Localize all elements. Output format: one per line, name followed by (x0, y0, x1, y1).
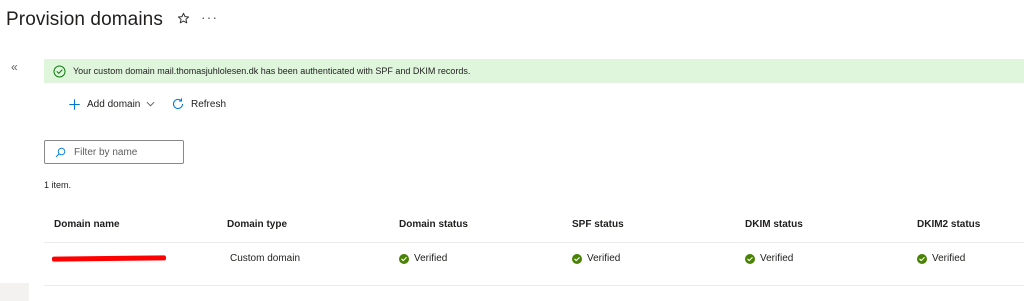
page-title: Provision domains (6, 9, 163, 30)
column-header-spf-status[interactable]: SPF status (572, 219, 624, 230)
cell-spf-status: Verified (572, 253, 620, 264)
cell-domain-status: Verified (399, 253, 447, 264)
column-header-domain-type[interactable]: Domain type (227, 219, 287, 230)
table-row[interactable] (44, 243, 1024, 285)
cell-dkim-status: Verified (745, 253, 793, 264)
star-icon[interactable] (177, 12, 190, 25)
column-header-domain-status[interactable]: Domain status (399, 219, 468, 230)
add-domain-label: Add domain (87, 98, 141, 110)
success-banner: Your custom domain mail.thomasjuhlolesen… (44, 59, 1024, 83)
chevron-down-icon (146, 101, 155, 107)
add-domain-button[interactable]: Add domain (68, 95, 155, 113)
verified-check-icon (399, 253, 409, 264)
check-circle-icon (53, 64, 66, 78)
item-count: 1 item. (44, 180, 72, 190)
dkim-status-text: Verified (760, 253, 794, 264)
plus-icon (69, 98, 80, 110)
refresh-icon (172, 98, 184, 110)
spf-status-text: Verified (587, 253, 621, 264)
column-header-domain-name[interactable]: Domain name (54, 219, 120, 230)
refresh-label: Refresh (191, 98, 227, 110)
row-divider (44, 285, 1024, 286)
page-header: Provision domains (6, 5, 163, 35)
collapse-nav-icon[interactable]: « (11, 60, 18, 74)
verified-check-icon (917, 253, 927, 264)
column-header-dkim-status[interactable]: DKIM status (745, 219, 803, 230)
banner-message: Your custom domain mail.thomasjuhlolesen… (73, 66, 471, 76)
verified-check-icon (572, 253, 582, 264)
dkim2-status-text: Verified (932, 253, 966, 264)
domain-type-text: Custom domain (230, 253, 301, 264)
cell-dkim2-status: Verified (917, 253, 965, 264)
nav-footer-block (0, 283, 29, 301)
cell-domain-type: Custom domain (230, 253, 300, 264)
verified-check-icon (745, 253, 755, 264)
domain-status-text: Verified (414, 253, 448, 264)
filter-box (44, 140, 184, 164)
filter-input[interactable] (72, 145, 176, 159)
search-icon (55, 147, 66, 157)
refresh-button[interactable]: Refresh (171, 95, 226, 113)
more-options-icon[interactable]: ··· (201, 9, 218, 25)
column-header-dkim2-status[interactable]: DKIM2 status (917, 219, 980, 230)
